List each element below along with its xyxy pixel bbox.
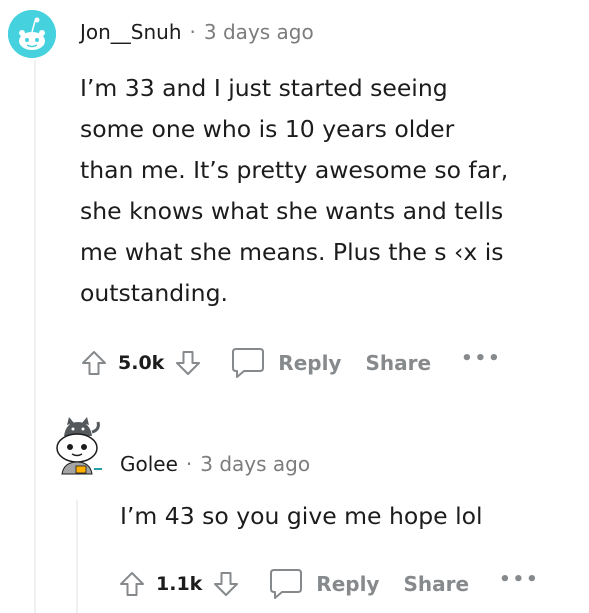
comment-body: I’m 43 so you give me hope lol: [120, 496, 483, 537]
avatar[interactable]: [8, 10, 56, 58]
ellipsis-icon[interactable]: •••: [499, 571, 540, 593]
comment-line: I’m 33 and I just started seeing: [80, 74, 448, 102]
thread-line-reply[interactable]: [76, 500, 78, 613]
snoo-avatar-icon: [56, 417, 102, 475]
comment-line: I’m 43 so you give me hope lol: [120, 502, 483, 530]
username[interactable]: Golee: [120, 452, 178, 476]
comment-actions: 1.1k Reply Share •••: [118, 567, 540, 601]
meta-separator: ·: [185, 452, 193, 476]
upvote-arrow-icon[interactable]: [80, 349, 108, 377]
reply-button[interactable]: Reply: [316, 572, 379, 596]
snoo-avatar-icon: [8, 10, 56, 58]
comment-line: outstanding.: [80, 279, 228, 307]
meta-separator: ·: [189, 20, 196, 44]
comment-line: than me. It’s pretty awesome so far,: [80, 156, 509, 184]
comment-header: Jon__Snuh · 3 days ago: [80, 20, 314, 44]
downvote-arrow-icon[interactable]: [212, 570, 240, 598]
timestamp[interactable]: 3 days ago: [204, 20, 314, 44]
comment-line: some one who is 10 years older: [80, 115, 455, 143]
vote-score: 5.0k: [118, 352, 165, 374]
avatar[interactable]: [50, 414, 104, 486]
thread-line-main[interactable]: [34, 60, 36, 613]
upvote-arrow-icon[interactable]: [118, 570, 146, 598]
downvote-arrow-icon[interactable]: [174, 349, 202, 377]
share-button[interactable]: Share: [365, 351, 431, 375]
comment-line: me what she means. Plus the s ‹x is: [80, 238, 504, 266]
reply-button[interactable]: Reply: [278, 351, 341, 375]
comment-header: Golee · 3 days ago: [120, 452, 310, 476]
share-button[interactable]: Share: [403, 572, 469, 596]
username[interactable]: Jon__Snuh: [80, 20, 182, 44]
speech-bubble-icon[interactable]: [230, 346, 266, 380]
comment-body: I’m 33 and I just started seeing some on…: [80, 68, 508, 314]
vote-score: 1.1k: [156, 573, 203, 595]
ellipsis-icon[interactable]: •••: [461, 350, 502, 372]
timestamp[interactable]: 3 days ago: [200, 452, 310, 476]
comment-line: she knows what she wants and tells: [80, 197, 504, 225]
comment-actions: 5.0k Reply Share •••: [80, 346, 502, 380]
speech-bubble-icon[interactable]: [268, 567, 304, 601]
